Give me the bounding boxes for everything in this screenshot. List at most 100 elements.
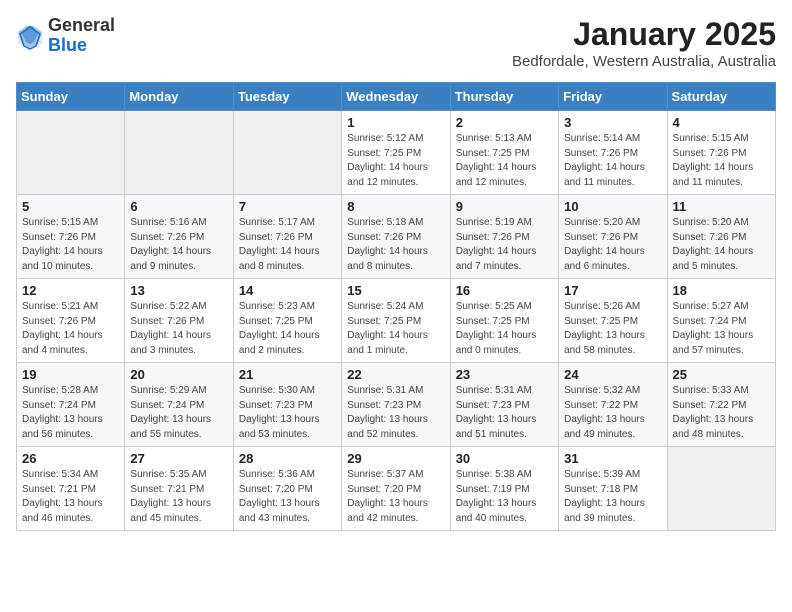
day-number: 19 bbox=[22, 367, 119, 382]
week-row-5: 26 Sunrise: 5:34 AM Sunset: 7:21 PM Dayli… bbox=[17, 447, 776, 531]
day-cell: 11 Sunrise: 5:20 AM Sunset: 7:26 PM Dayli… bbox=[667, 195, 775, 279]
day-cell: 9 Sunrise: 5:19 AM Sunset: 7:26 PM Daylig… bbox=[450, 195, 558, 279]
day-info: Sunrise: 5:28 AM Sunset: 7:24 PM Dayligh… bbox=[22, 384, 119, 442]
day-number: 14 bbox=[239, 283, 336, 298]
day-number: 18 bbox=[673, 283, 770, 298]
day-cell: 8Sunrise: 5:18 AM Sunset: 7:26 PM Daylig… bbox=[342, 195, 450, 279]
day-cell: 13 Sunrise: 5:22 AM Sunset: 7:26 PM Dayli… bbox=[125, 279, 233, 363]
weekday-header-saturday: Saturday bbox=[667, 83, 775, 111]
day-info: Sunrise: 5:21 AM Sunset: 7:26 PM Dayligh… bbox=[22, 300, 119, 358]
day-info: Sunrise: 5:39 AM Sunset: 7:18 PM Dayligh… bbox=[564, 468, 661, 526]
day-cell: 1 Sunrise: 5:12 AM Sunset: 7:25 PM Daylig… bbox=[342, 111, 450, 195]
day-number: 21 bbox=[239, 367, 336, 382]
day-cell: 30 Sunrise: 5:38 AM Sunset: 7:19 PM Dayli… bbox=[450, 447, 558, 531]
day-cell: 28 Sunrise: 5:36 AM Sunset: 7:20 PM Dayli… bbox=[233, 447, 341, 531]
day-cell: 12 Sunrise: 5:21 AM Sunset: 7:26 PM Dayli… bbox=[17, 279, 125, 363]
day-info: Sunrise: 5:29 AM Sunset: 7:24 PM Dayligh… bbox=[130, 384, 227, 442]
day-info: Sunrise: 5:12 AM Sunset: 7:25 PM Dayligh… bbox=[347, 132, 444, 190]
weekday-header-monday: Monday bbox=[125, 83, 233, 111]
day-info: Sunrise: 5:35 AM Sunset: 7:21 PM Dayligh… bbox=[130, 468, 227, 526]
day-cell: 19 Sunrise: 5:28 AM Sunset: 7:24 PM Dayli… bbox=[17, 363, 125, 447]
day-cell: 24 Sunrise: 5:32 AM Sunset: 7:22 PM Dayli… bbox=[559, 363, 667, 447]
day-cell: 6 Sunrise: 5:16 AM Sunset: 7:26 PM Daylig… bbox=[125, 195, 233, 279]
day-number: 29 bbox=[347, 451, 444, 466]
day-cell: 18Sunrise: 5:27 AM Sunset: 7:24 PM Dayli… bbox=[667, 279, 775, 363]
day-number: 11 bbox=[673, 199, 770, 214]
day-cell: 31Sunrise: 5:39 AM Sunset: 7:18 PM Dayli… bbox=[559, 447, 667, 531]
day-number: 24 bbox=[564, 367, 661, 382]
day-number: 25 bbox=[673, 367, 770, 382]
day-number: 3 bbox=[564, 115, 661, 130]
day-number: 13 bbox=[130, 283, 227, 298]
day-number: 28 bbox=[239, 451, 336, 466]
title-block: January 2025 Bedfordale, Western Austral… bbox=[512, 16, 776, 70]
week-row-4: 19 Sunrise: 5:28 AM Sunset: 7:24 PM Dayli… bbox=[17, 363, 776, 447]
weekday-header-thursday: Thursday bbox=[450, 83, 558, 111]
week-row-2: 5 Sunrise: 5:15 AM Sunset: 7:26 PM Daylig… bbox=[17, 195, 776, 279]
day-info: Sunrise: 5:14 AM Sunset: 7:26 PM Dayligh… bbox=[564, 132, 661, 190]
day-info: Sunrise: 5:16 AM Sunset: 7:26 PM Dayligh… bbox=[130, 216, 227, 274]
day-cell bbox=[233, 111, 341, 195]
day-info: Sunrise: 5:22 AM Sunset: 7:26 PM Dayligh… bbox=[130, 300, 227, 358]
day-number: 15 bbox=[347, 283, 444, 298]
weekday-header-row: SundayMondayTuesdayWednesdayThursdayFrid… bbox=[17, 83, 776, 111]
day-cell: 14Sunrise: 5:23 AM Sunset: 7:25 PM Dayli… bbox=[233, 279, 341, 363]
day-info: Sunrise: 5:34 AM Sunset: 7:21 PM Dayligh… bbox=[22, 468, 119, 526]
weekday-header-tuesday: Tuesday bbox=[233, 83, 341, 111]
day-info: Sunrise: 5:38 AM Sunset: 7:19 PM Dayligh… bbox=[456, 468, 553, 526]
day-cell: 17Sunrise: 5:26 AM Sunset: 7:25 PM Dayli… bbox=[559, 279, 667, 363]
day-cell bbox=[667, 447, 775, 531]
day-cell: 21 Sunrise: 5:30 AM Sunset: 7:23 PM Dayli… bbox=[233, 363, 341, 447]
day-info: Sunrise: 5:18 AM Sunset: 7:26 PM Dayligh… bbox=[347, 216, 444, 274]
day-cell: 25 Sunrise: 5:33 AM Sunset: 7:22 PM Dayli… bbox=[667, 363, 775, 447]
day-info: Sunrise: 5:37 AM Sunset: 7:20 PM Dayligh… bbox=[347, 468, 444, 526]
day-info: Sunrise: 5:20 AM Sunset: 7:26 PM Dayligh… bbox=[673, 216, 770, 274]
day-number: 12 bbox=[22, 283, 119, 298]
day-number: 6 bbox=[130, 199, 227, 214]
day-info: Sunrise: 5:25 AM Sunset: 7:25 PM Dayligh… bbox=[456, 300, 553, 358]
weekday-header-sunday: Sunday bbox=[17, 83, 125, 111]
day-info: Sunrise: 5:36 AM Sunset: 7:20 PM Dayligh… bbox=[239, 468, 336, 526]
day-cell: 4 Sunrise: 5:15 AM Sunset: 7:26 PM Daylig… bbox=[667, 111, 775, 195]
day-info: Sunrise: 5:24 AM Sunset: 7:25 PM Dayligh… bbox=[347, 300, 444, 358]
day-info: Sunrise: 5:20 AM Sunset: 7:26 PM Dayligh… bbox=[564, 216, 661, 274]
day-number: 9 bbox=[456, 199, 553, 214]
page-header: General Blue January 2025 Bedfordale, We… bbox=[16, 16, 776, 70]
day-number: 20 bbox=[130, 367, 227, 382]
day-cell: 29 Sunrise: 5:37 AM Sunset: 7:20 PM Dayli… bbox=[342, 447, 450, 531]
week-row-3: 12 Sunrise: 5:21 AM Sunset: 7:26 PM Dayli… bbox=[17, 279, 776, 363]
weekday-header-friday: Friday bbox=[559, 83, 667, 111]
day-cell: 2 Sunrise: 5:13 AM Sunset: 7:25 PM Daylig… bbox=[450, 111, 558, 195]
day-number: 5 bbox=[22, 199, 119, 214]
day-cell bbox=[17, 111, 125, 195]
day-cell: 26 Sunrise: 5:34 AM Sunset: 7:21 PM Dayli… bbox=[17, 447, 125, 531]
weekday-header-wednesday: Wednesday bbox=[342, 83, 450, 111]
day-info: Sunrise: 5:17 AM Sunset: 7:26 PM Dayligh… bbox=[239, 216, 336, 274]
day-number: 4 bbox=[673, 115, 770, 130]
day-number: 27 bbox=[130, 451, 227, 466]
week-row-1: 1 Sunrise: 5:12 AM Sunset: 7:25 PM Daylig… bbox=[17, 111, 776, 195]
day-info: Sunrise: 5:30 AM Sunset: 7:23 PM Dayligh… bbox=[239, 384, 336, 442]
day-info: Sunrise: 5:15 AM Sunset: 7:26 PM Dayligh… bbox=[673, 132, 770, 190]
day-info: Sunrise: 5:13 AM Sunset: 7:25 PM Dayligh… bbox=[456, 132, 553, 190]
day-cell: 10 Sunrise: 5:20 AM Sunset: 7:26 PM Dayli… bbox=[559, 195, 667, 279]
day-number: 26 bbox=[22, 451, 119, 466]
day-cell: 3 Sunrise: 5:14 AM Sunset: 7:26 PM Daylig… bbox=[559, 111, 667, 195]
day-number: 7 bbox=[239, 199, 336, 214]
day-info: Sunrise: 5:19 AM Sunset: 7:26 PM Dayligh… bbox=[456, 216, 553, 274]
day-number: 16 bbox=[456, 283, 553, 298]
calendar-table: SundayMondayTuesdayWednesdayThursdayFrid… bbox=[16, 82, 776, 531]
day-number: 17 bbox=[564, 283, 661, 298]
day-info: Sunrise: 5:32 AM Sunset: 7:22 PM Dayligh… bbox=[564, 384, 661, 442]
logo-text: General Blue bbox=[48, 16, 115, 56]
day-number: 1 bbox=[347, 115, 444, 130]
day-cell: 27 Sunrise: 5:35 AM Sunset: 7:21 PM Dayli… bbox=[125, 447, 233, 531]
main-title: January 2025 bbox=[512, 16, 776, 53]
day-number: 10 bbox=[564, 199, 661, 214]
day-number: 2 bbox=[456, 115, 553, 130]
day-info: Sunrise: 5:15 AM Sunset: 7:26 PM Dayligh… bbox=[22, 216, 119, 274]
day-info: Sunrise: 5:31 AM Sunset: 7:23 PM Dayligh… bbox=[456, 384, 553, 442]
day-info: Sunrise: 5:31 AM Sunset: 7:23 PM Dayligh… bbox=[347, 384, 444, 442]
day-number: 30 bbox=[456, 451, 553, 466]
day-info: Sunrise: 5:33 AM Sunset: 7:22 PM Dayligh… bbox=[673, 384, 770, 442]
